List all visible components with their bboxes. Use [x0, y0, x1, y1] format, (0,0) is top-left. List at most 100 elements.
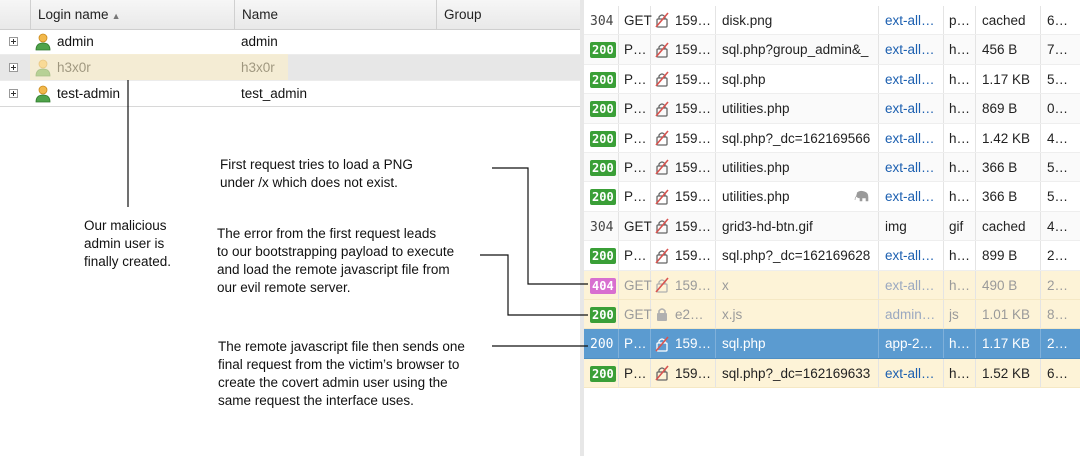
method-cell: P…	[624, 71, 647, 87]
network-row-highlighted[interactable]: 404 GET 159… x ext-all… h… 490 B 2…	[584, 270, 1080, 300]
network-row-highlighted[interactable]: 200 GET e2… x.js admin… js 1.01 KB 8…	[584, 300, 1080, 330]
annotation-line: admin user is	[84, 236, 165, 251]
status-code: 200	[590, 94, 616, 123]
column-separator	[618, 153, 619, 182]
file-name-cell: sql.php?group_admin&_	[722, 42, 869, 58]
column-header-group[interactable]: Group	[436, 0, 580, 29]
size-cell: 899 B	[982, 248, 1018, 264]
type-cell: h…	[949, 42, 971, 58]
user-row[interactable]: test-admin test_admin	[0, 81, 580, 107]
annotation-line: Our malicious	[84, 218, 167, 233]
user-row-selected[interactable]: h3x0r h3x0r	[0, 55, 580, 81]
column-separator	[618, 329, 619, 358]
file-name-cell: utilities.php	[722, 101, 790, 117]
column-separator	[715, 35, 716, 64]
insecure-lock-icon	[655, 336, 669, 352]
column-header-name[interactable]: Name	[234, 0, 436, 29]
expand-plus-icon[interactable]	[9, 37, 18, 46]
column-separator	[975, 211, 976, 241]
expand-plus-icon[interactable]	[9, 89, 18, 98]
type-cell: h…	[949, 101, 971, 117]
column-separator	[715, 358, 716, 388]
size-cell: cached	[982, 13, 1026, 28]
time-cell: 8…	[1047, 307, 1069, 322]
file-name-cell: sql.php?_dc=162169633	[722, 365, 871, 381]
initiator-link[interactable]: ext-all…	[885, 359, 941, 388]
initiator-link[interactable]: ext-all…	[885, 35, 941, 64]
column-separator	[650, 153, 651, 182]
network-row[interactable]: 200 P… 159… utilities.php ext-all… h… 366 B 5…	[584, 182, 1080, 212]
method-cell: P…	[624, 160, 647, 175]
initiator-link[interactable]: ext-all…	[885, 65, 941, 94]
insecure-lock-icon	[655, 277, 669, 293]
initiator-link[interactable]: admin…	[885, 300, 941, 329]
user-icon	[35, 59, 51, 77]
status-text: 200	[590, 337, 614, 353]
initiator-link[interactable]: ext-all…	[885, 124, 941, 153]
column-separator	[650, 64, 651, 94]
initiator-link[interactable]: app-2…	[885, 329, 941, 358]
user-login: test-admin	[57, 86, 121, 101]
network-row[interactable]: 200 P… 159… utilities.php ext-all… h… 366 B 5…	[584, 153, 1080, 183]
column-header-login-name[interactable]: Login name ▲	[30, 0, 234, 29]
annotation-line: First request tries to load a PNG	[220, 157, 413, 172]
column-separator	[975, 329, 976, 358]
domain-cell: 159…	[654, 6, 711, 35]
column-separator	[715, 153, 716, 182]
initiator-link[interactable]: ext-all…	[885, 271, 941, 300]
network-row[interactable]: 200 P… 159… sql.php ext-all… h… 1.17 KB 5…	[584, 64, 1080, 95]
column-separator	[618, 123, 619, 152]
initiator-link[interactable]: ext-all…	[885, 182, 941, 211]
initiator-link[interactable]: ext-all…	[885, 241, 941, 270]
insecure-lock-icon	[655, 42, 669, 58]
insecure-lock-icon	[655, 248, 669, 264]
domain-text: 159…	[675, 218, 712, 234]
method-cell: GET	[624, 13, 652, 28]
expand-plus-icon[interactable]	[9, 63, 18, 72]
column-separator	[975, 35, 976, 64]
network-requests-panel: 304 GET 159… disk.png ext-all… p… cached 6… 200 P…	[584, 0, 1080, 456]
column-separator	[618, 35, 619, 64]
time-cell: 2…	[1047, 336, 1069, 352]
domain-text: 159…	[675, 160, 712, 175]
status-badge: 404	[590, 277, 616, 294]
column-separator	[943, 35, 944, 64]
network-row-highlighted[interactable]: 200 P… 159… sql.php?_dc=162169633 ext-all… h……	[584, 358, 1080, 389]
column-separator	[715, 94, 716, 123]
column-separator	[975, 300, 976, 329]
initiator-link[interactable]: ext-all…	[885, 153, 941, 182]
network-row[interactable]: 200 P… 159… sql.php?_dc=162169628 ext-all… h……	[584, 241, 1080, 271]
status-code: 404	[590, 271, 616, 300]
network-row[interactable]: 304 GET 159… disk.png ext-all… p… cached 6…	[584, 6, 1080, 36]
time-cell: 5…	[1047, 160, 1069, 175]
annotation-line: same request the interface uses.	[218, 393, 414, 408]
users-grid-header: Login name ▲ Name Group	[0, 0, 580, 30]
network-row[interactable]: 200 P… 159… sql.php?_dc=162169566 ext-all… h……	[584, 123, 1080, 153]
domain-text: 159…	[675, 277, 712, 293]
network-row[interactable]: 200 P… 159… sql.php?group_admin&_ ext-all… h……	[584, 35, 1080, 65]
column-separator	[1040, 94, 1041, 123]
size-cell: 1.52 KB	[982, 365, 1031, 381]
network-row[interactable]: 200 P… 159… utilities.php ext-all… h… 869 B 0…	[584, 94, 1080, 124]
status-code: 200	[590, 153, 616, 182]
user-row[interactable]: admin admin	[0, 29, 580, 55]
status-code: 200	[590, 65, 616, 94]
column-separator	[943, 241, 944, 270]
annotation-line: to our bootstrapping payload to execute	[217, 244, 455, 259]
domain-text: 159…	[675, 71, 712, 87]
user-login: admin	[57, 34, 94, 49]
method-cell: P…	[624, 336, 647, 352]
insecure-lock-icon	[655, 218, 669, 234]
column-separator	[618, 270, 619, 299]
initiator-link[interactable]: ext-all…	[885, 94, 941, 123]
annotation-line: create the covert admin user using the	[218, 375, 448, 390]
initiator-link[interactable]: ext-all…	[885, 6, 941, 35]
network-row-selected[interactable]: 200 P… 159… sql.php app-2… h… 1.17 KB 2…	[584, 329, 1080, 359]
column-separator	[1040, 182, 1041, 211]
column-separator	[715, 300, 716, 329]
file-name-cell: x	[722, 277, 729, 293]
user-name: h3x0r	[241, 60, 275, 75]
insecure-lock-icon	[655, 12, 669, 29]
status-badge: 200	[590, 160, 616, 176]
network-row[interactable]: 304 GET 159… grid3-hd-btn.gif img gif cached 4…	[584, 211, 1080, 242]
